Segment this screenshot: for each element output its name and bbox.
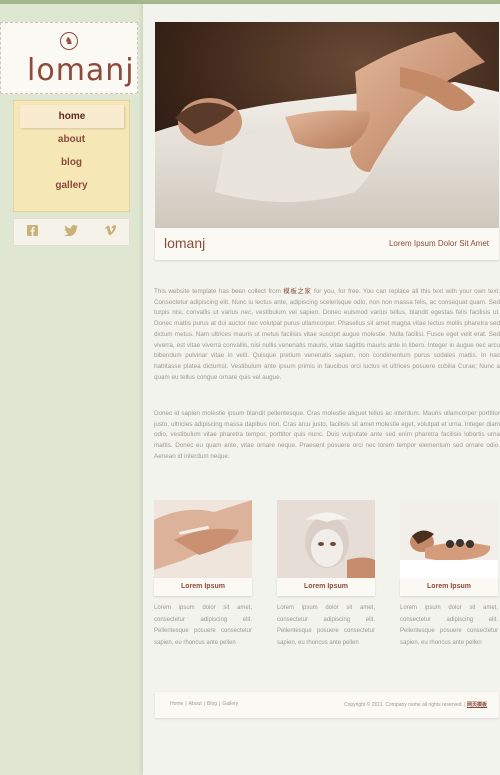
intro-text-start: This website template has been collect f… bbox=[154, 288, 284, 295]
feature-card-1[interactable]: Lorem Ipsum Lorem ipsum dolor sit amet, … bbox=[154, 500, 252, 649]
twitter-icon[interactable] bbox=[64, 225, 78, 239]
logo-text: lomanj bbox=[27, 53, 135, 88]
card-1-image bbox=[154, 500, 252, 578]
vimeo-icon[interactable] bbox=[104, 225, 117, 239]
logo-mark-icon: ♞ bbox=[60, 32, 78, 50]
card-3-text: Lorem ipsum dolor sit amet, consectetur … bbox=[400, 605, 498, 646]
logo-box[interactable]: ♞ lomanj bbox=[0, 22, 138, 94]
intro-text-rest: for you, for free. You can replace all t… bbox=[154, 288, 500, 381]
footer-link-blog[interactable]: Blog bbox=[207, 701, 217, 707]
card-2-image bbox=[277, 500, 375, 578]
card-1-title: Lorem Ipsum bbox=[154, 578, 252, 596]
footer-nav: Home | About | Blog | Gallery bbox=[170, 701, 239, 707]
nav-item-home[interactable]: home bbox=[20, 105, 124, 128]
footer-link-about[interactable]: About bbox=[189, 701, 202, 707]
feature-card-2[interactable]: Lorem Ipsum Lorem ipsum dolor sit amet, … bbox=[277, 500, 375, 649]
feature-card-3[interactable]: Lorem Ipsum Lorem ipsum dolor sit amet, … bbox=[400, 500, 498, 649]
hero-caption-title: Lorem Ipsum Dolor Sit Amet bbox=[388, 239, 489, 248]
nav-item-about[interactable]: about bbox=[14, 128, 129, 151]
facebook-icon[interactable] bbox=[27, 225, 38, 239]
footer-link-gallery[interactable]: Gallery bbox=[222, 701, 238, 707]
copyright-link[interactable]: 网页模板 bbox=[467, 702, 487, 708]
template-source-link[interactable]: 模板之家 bbox=[283, 288, 311, 295]
footer: Home | About | Blog | Gallery Copyright © 2011… bbox=[155, 692, 499, 718]
copyright-text: Copyright © 2011. Company name all right… bbox=[343, 702, 463, 708]
hero-caption: lomanj Lorem Ipsum Dolor Sit Amet bbox=[155, 228, 499, 260]
card-3-image bbox=[400, 500, 498, 578]
card-2-text: Lorem ipsum dolor sit amet, consectetur … bbox=[277, 605, 375, 646]
nav-item-blog[interactable]: blog bbox=[14, 151, 129, 174]
nav-item-gallery[interactable]: gallery bbox=[14, 174, 129, 197]
hero-logo-text: lomanj bbox=[164, 235, 206, 251]
card-1-text: Lorem ipsum dolor sit amet, consectetur … bbox=[154, 605, 252, 646]
second-paragraph: Donec id sapien molestie ipsum blandit p… bbox=[154, 410, 500, 460]
card-3-title: Lorem Ipsum bbox=[400, 578, 498, 596]
intro-paragraph: This website template has been collect f… bbox=[154, 287, 500, 383]
main-nav: home about blog gallery bbox=[13, 100, 130, 212]
card-2-title: Lorem Ipsum bbox=[277, 578, 375, 596]
social-bar bbox=[13, 218, 130, 246]
footer-link-home[interactable]: Home bbox=[170, 701, 183, 707]
hero-image bbox=[155, 22, 499, 228]
footer-copyright: Copyright © 2011. Company name all right… bbox=[343, 702, 487, 708]
